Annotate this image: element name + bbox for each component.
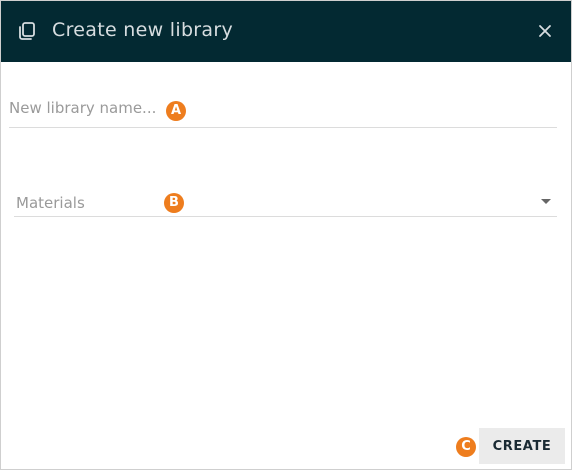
library-name-field bbox=[9, 87, 557, 128]
callout-badge-a: A bbox=[166, 101, 186, 121]
create-button[interactable]: CREATE bbox=[479, 428, 565, 464]
caret-down-icon bbox=[541, 199, 551, 204]
library-name-input[interactable] bbox=[9, 99, 557, 117]
callout-badge-c: C bbox=[456, 437, 476, 457]
dialog-title: Create new library bbox=[52, 19, 234, 41]
create-library-dialog: Create new library A Materials B C CREAT… bbox=[0, 0, 572, 470]
library-type-select[interactable]: Materials bbox=[14, 187, 557, 217]
close-icon[interactable] bbox=[533, 19, 557, 43]
dialog-header: Create new library bbox=[1, 1, 571, 62]
callout-badge-b: B bbox=[164, 193, 184, 213]
library-icon bbox=[19, 22, 35, 40]
library-type-selected: Materials bbox=[16, 194, 85, 212]
